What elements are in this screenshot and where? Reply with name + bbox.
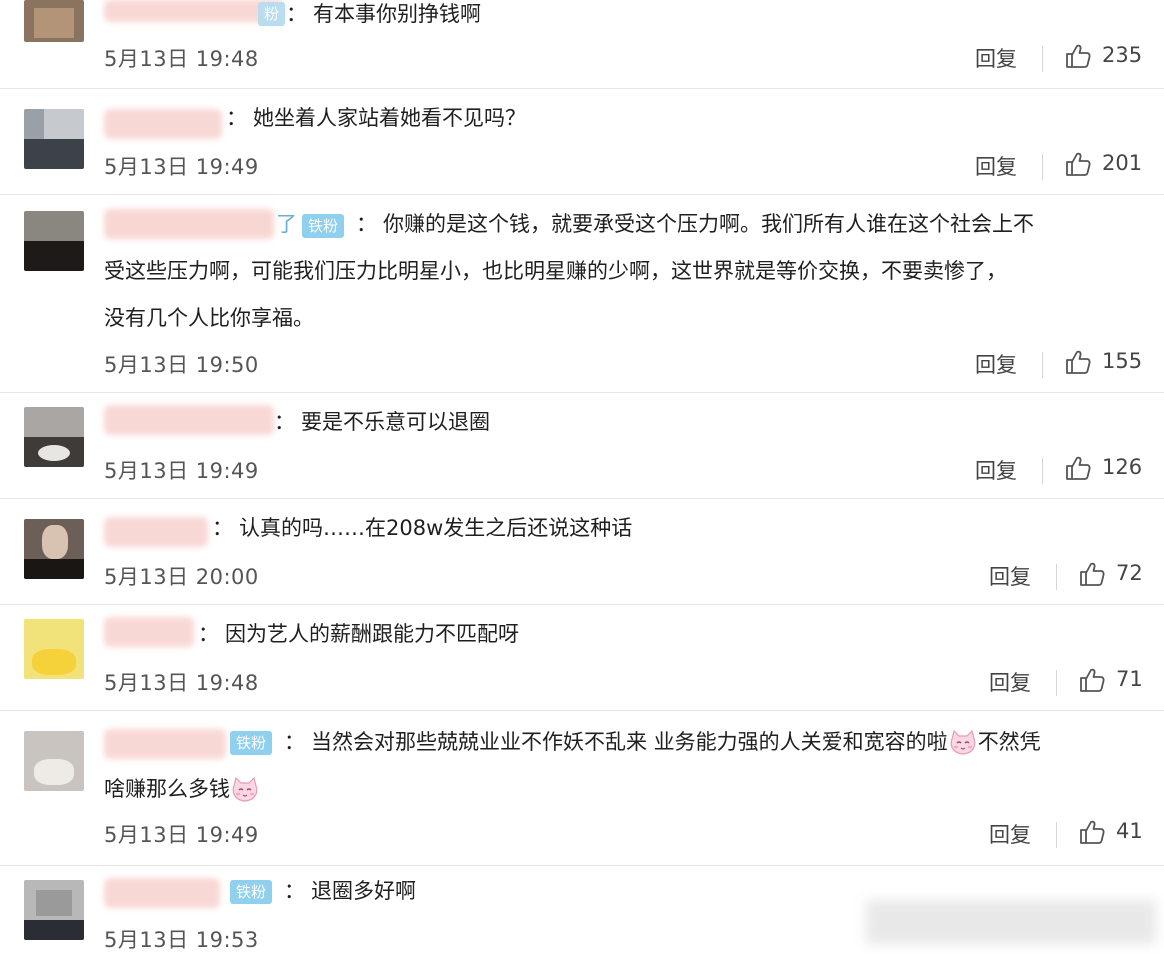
reply-button[interactable]: 回复	[975, 455, 1017, 485]
emoji-cat-icon	[948, 729, 978, 757]
reply-button[interactable]: 回复	[975, 151, 1017, 181]
comment-date: 5月13日 19:49	[104, 155, 259, 179]
username-blurred[interactable]	[104, 729, 226, 759]
avatar[interactable]	[24, 407, 84, 467]
comment-item: ：因为艺人的薪酬跟能力不匹配呀 5月13日 19:48 回复 71	[0, 605, 1164, 711]
comment-text: ：要是不乐意可以退圈	[274, 410, 490, 434]
fan-badge: 粉	[258, 2, 286, 26]
thumbs-up-icon[interactable]	[1064, 150, 1092, 178]
reply-button[interactable]: 回复	[989, 819, 1031, 849]
comment-item: ：她坐着人家站着她看不见吗？ 5月13日 19:49 回复 201	[0, 89, 1164, 195]
avatar[interactable]	[24, 211, 84, 271]
divider	[1042, 46, 1043, 72]
divider	[1056, 670, 1057, 696]
reply-button[interactable]: 回复	[989, 667, 1031, 697]
username-blurred[interactable]	[104, 209, 274, 239]
fan-badge: 铁粉	[230, 731, 273, 755]
divider	[1042, 458, 1043, 484]
emoji-cat-icon	[230, 776, 260, 804]
thumbs-up-icon[interactable]	[1078, 818, 1106, 846]
avatar[interactable]	[24, 519, 84, 579]
avatar[interactable]	[24, 731, 84, 791]
comment-text: 没有几个人比你享福。	[104, 306, 314, 330]
comment-item: 铁粉 ：退圈多好啊 5月13日 19:53	[0, 866, 1164, 952]
avatar[interactable]	[24, 0, 84, 42]
thumbs-up-icon[interactable]	[1064, 454, 1092, 482]
reply-button[interactable]: 回复	[989, 561, 1031, 591]
reply-button[interactable]: 回复	[975, 349, 1017, 379]
like-count: 235	[1102, 43, 1143, 67]
comment-text: ：退圈多好啊	[284, 879, 416, 903]
comment-text: ：因为艺人的薪酬跟能力不匹配呀	[198, 622, 519, 646]
comment-text: ：有本事你别挣钱啊	[286, 2, 481, 26]
avatar[interactable]	[24, 619, 84, 679]
divider	[1056, 822, 1057, 848]
username-blurred[interactable]	[104, 405, 274, 435]
watermark-blurred	[866, 900, 1156, 944]
like-count: 155	[1102, 349, 1143, 373]
comment-item: 铁粉 ：当然会对那些兢兢业业不作妖不乱来 业务能力强的人关爱和宽容的啦 不然凭 啥…	[0, 711, 1164, 866]
fan-badge: 铁粉	[302, 214, 345, 238]
comment-date: 5月13日 19:50	[104, 353, 259, 377]
comment-text: ：认真的吗……在208w发生之后还说这种话	[212, 516, 633, 540]
comment-item: 粉 ：有本事你别挣钱啊 5月13日 19:48 回复 235	[0, 0, 1164, 89]
like-count: 71	[1116, 667, 1143, 691]
comment-text: ：你赚的是这个钱，就要承受这个压力啊。我们所有人谁在这个社会上不	[356, 212, 1034, 236]
username-blurred[interactable]	[104, 109, 222, 139]
thumbs-up-icon[interactable]	[1078, 560, 1106, 588]
like-count: 72	[1116, 561, 1143, 585]
reply-button[interactable]: 回复	[975, 43, 1017, 73]
username-blurred[interactable]	[104, 878, 220, 908]
thumbs-up-icon[interactable]	[1078, 666, 1106, 694]
comment-item: ：要是不乐意可以退圈 5月13日 19:49 回复 126	[0, 393, 1164, 499]
comment-text: 受这些压力啊，可能我们压力比明星小，也比明星赚的少啊，这世界就是等价交换，不要卖…	[104, 259, 1007, 283]
comment-text: ：她坐着人家站着她看不见吗？	[226, 106, 526, 130]
thumbs-up-icon[interactable]	[1064, 348, 1092, 376]
comment-date: 5月13日 19:48	[104, 671, 259, 695]
divider	[1042, 352, 1043, 378]
divider	[1056, 564, 1057, 590]
username-blurred[interactable]	[104, 0, 284, 22]
like-count: 41	[1116, 819, 1143, 843]
avatar[interactable]	[24, 109, 84, 169]
like-count: 126	[1102, 455, 1143, 479]
avatar[interactable]	[24, 880, 84, 940]
comment-date: 5月13日 19:48	[104, 47, 259, 71]
comment-text: ：当然会对那些兢兢业业不作妖不乱来 业务能力强的人关爱和宽容的啦 不然凭	[284, 719, 1041, 766]
comment-date: 5月13日 19:53	[104, 928, 259, 952]
divider	[1042, 154, 1043, 180]
username-blurred[interactable]	[104, 517, 208, 547]
fan-badge: 铁粉	[230, 880, 273, 904]
comment-date: 5月13日 19:49	[104, 459, 259, 483]
username-blurred[interactable]	[104, 617, 194, 647]
thumbs-up-icon[interactable]	[1064, 42, 1092, 70]
comment-item: ：认真的吗……在208w发生之后还说这种话 5月13日 20:00 回复 72	[0, 499, 1164, 605]
name-suffix: 了	[276, 212, 297, 236]
comment-date: 5月13日 19:49	[104, 823, 259, 847]
comment-text: 啥赚那么多钱	[104, 766, 260, 813]
comment-date: 5月13日 20:00	[104, 565, 259, 589]
comment-item: 了 铁粉 ：你赚的是这个钱，就要承受这个压力啊。我们所有人谁在这个社会上不 受这…	[0, 195, 1164, 393]
like-count: 201	[1102, 151, 1143, 175]
